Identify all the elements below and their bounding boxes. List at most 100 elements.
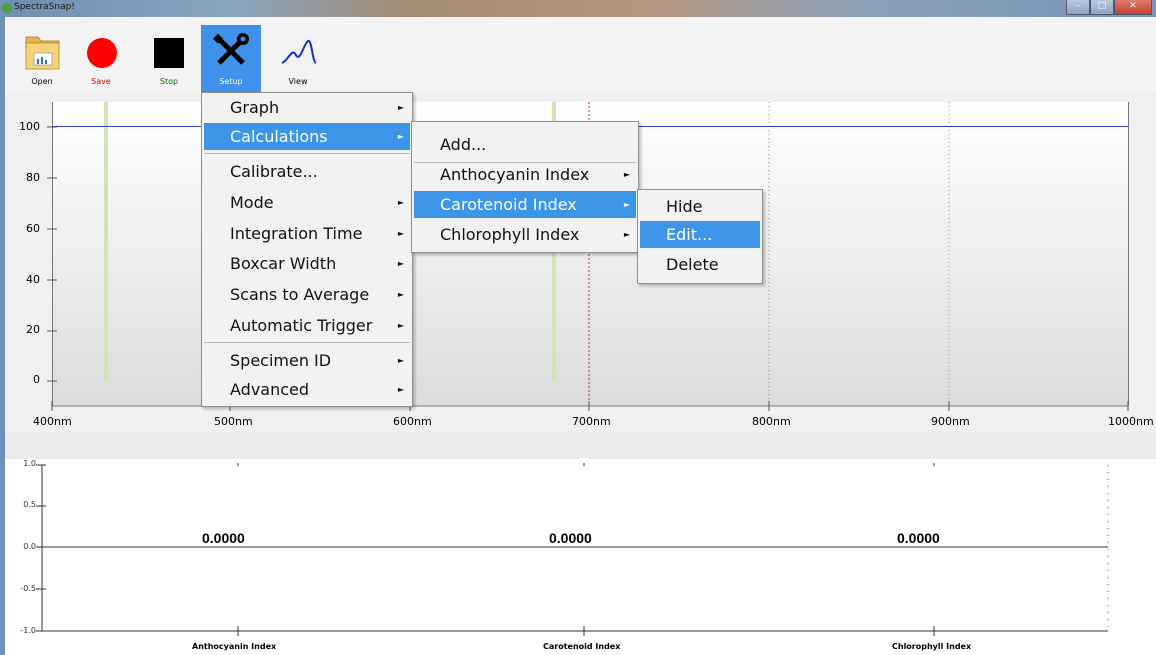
menu-item-anthocyanin-index[interactable]: Anthocyanin Index ►	[414, 161, 636, 188]
y-tick: 100	[19, 120, 40, 133]
window-controls: – □ ✕	[1066, 0, 1152, 15]
menu-item-label: Calibrate...	[230, 162, 318, 181]
menu-item-integration-time[interactable]: Integration Time ►	[204, 220, 410, 247]
submenu-arrow-icon: ►	[397, 103, 404, 112]
y-tick: 20	[26, 323, 40, 336]
index-plot-axes	[36, 463, 1109, 636]
menu-item-label: Advanced	[230, 380, 310, 399]
menu-item-label: Graph	[230, 98, 280, 117]
maximize-button[interactable]: □	[1090, 0, 1114, 15]
menu-item-label: Hide	[666, 197, 703, 216]
view-button[interactable]: View	[268, 25, 328, 91]
category-label: Anthocyanin Index	[192, 642, 277, 651]
carotenoid-value: 0.0000	[549, 530, 592, 546]
submenu-arrow-icon: ►	[397, 356, 404, 365]
y-tick: 0	[33, 373, 40, 386]
menu-item-label: Carotenoid Index	[440, 195, 577, 214]
carotenoid-submenu: Hide Edit... Delete	[637, 189, 763, 284]
index-y-tick: 0.5	[23, 500, 36, 509]
submenu-arrow-icon: ►	[623, 230, 630, 239]
submenu-arrow-icon: ►	[397, 229, 404, 238]
menu-item-label: Delete	[666, 255, 719, 274]
close-button[interactable]: ✕	[1114, 0, 1152, 15]
stop-icon	[154, 38, 184, 68]
menu-item-hide[interactable]: Hide	[640, 193, 760, 220]
y-tick: 80	[26, 171, 40, 184]
chlorophyll-value: 0.0000	[897, 530, 940, 546]
record-icon	[87, 38, 117, 68]
category-label: Carotenoid Index	[543, 642, 621, 651]
menu-item-calibrate[interactable]: Calibrate...	[204, 158, 410, 185]
menu-item-label: Chlorophyll Index	[440, 225, 580, 244]
setup-menu: Graph ► Calculations ► Calibrate... Mode ► …	[201, 92, 413, 407]
menu-item-mode[interactable]: Mode ►	[204, 189, 410, 216]
x-tick: 800nm	[752, 415, 791, 428]
menu-item-label: Add...	[440, 135, 487, 154]
menu-item-label: Specimen ID	[230, 351, 332, 370]
title-bar: SpectraSnap! – □ ✕	[0, 0, 1156, 17]
submenu-arrow-icon: ►	[397, 132, 404, 141]
menu-item-edit[interactable]: Edit...	[640, 221, 760, 248]
menu-item-label: Boxcar Width	[230, 254, 337, 273]
setup-button[interactable]: Setup	[201, 25, 261, 92]
submenu-arrow-icon: ►	[397, 385, 404, 394]
menu-item-automatic-trigger[interactable]: Automatic Trigger ►	[204, 312, 410, 339]
menu-item-advanced[interactable]: Advanced ►	[204, 376, 410, 403]
green-marker-1	[104, 102, 108, 380]
view-label: View	[288, 77, 308, 86]
panel-separator[interactable]	[5, 433, 1156, 459]
save-label: Save	[91, 77, 111, 86]
setup-label: Setup	[219, 77, 243, 86]
minimize-button[interactable]: –	[1066, 0, 1090, 15]
y-tick: 40	[26, 273, 40, 286]
menu-item-label: Scans to Average	[230, 285, 370, 304]
menu-item-label: Calculations	[230, 127, 328, 146]
menu-item-graph[interactable]: Graph ►	[204, 94, 410, 121]
index-y-tick: -0.5	[20, 584, 36, 593]
menu-item-label: Anthocyanin Index	[440, 165, 590, 184]
menu-item-label: Integration Time	[230, 224, 363, 243]
menu-item-add[interactable]: Add...	[414, 131, 636, 158]
x-tick: 600nm	[393, 415, 432, 428]
x-tick: 500nm	[214, 415, 253, 428]
tools-icon	[213, 33, 249, 65]
menu-item-specimen-id[interactable]: Specimen ID ►	[204, 347, 410, 374]
menu-item-scans-to-average[interactable]: Scans to Average ►	[204, 281, 410, 308]
app-icon	[2, 3, 12, 13]
calculations-submenu: Add... Anthocyanin Index ► Carotenoid Ind…	[411, 121, 639, 253]
y-tick: 60	[26, 222, 40, 235]
submenu-arrow-icon: ►	[397, 259, 404, 268]
submenu-arrow-icon: ►	[623, 170, 630, 179]
window-title: SpectraSnap!	[14, 2, 75, 12]
index-y-tick: 0.0	[23, 542, 36, 551]
menu-item-label: Mode	[230, 193, 274, 212]
stop-button[interactable]: Stop	[139, 25, 199, 91]
spectrum-view-icon	[281, 39, 317, 64]
menu-item-delete[interactable]: Delete	[640, 251, 760, 278]
x-tick: 1000nm	[1108, 415, 1154, 428]
menu-item-label: Edit...	[666, 225, 713, 244]
open-label: Open	[31, 77, 53, 86]
menu-separator	[204, 342, 410, 343]
category-label: Chlorophyll Index	[892, 642, 972, 651]
save-button[interactable]: Save	[71, 25, 131, 91]
folder-icon	[25, 36, 60, 70]
x-tick: 400nm	[33, 415, 72, 428]
open-button[interactable]: Open	[12, 25, 72, 91]
x-tick: 700nm	[572, 415, 611, 428]
menu-item-boxcar-width[interactable]: Boxcar Width ►	[204, 250, 410, 277]
anthocyanin-value: 0.0000	[202, 530, 245, 546]
submenu-arrow-icon: ►	[397, 321, 404, 330]
index-y-tick: 1.0	[23, 459, 36, 468]
menu-item-chlorophyll-index[interactable]: Chlorophyll Index ►	[414, 221, 636, 248]
x-tick: 900nm	[931, 415, 970, 428]
stop-label: Stop	[159, 77, 179, 86]
menu-item-label: Automatic Trigger	[230, 316, 373, 335]
menu-separator	[204, 153, 410, 154]
toolbar: Open Save Stop Setup View	[5, 17, 1156, 92]
menu-item-calculations[interactable]: Calculations ►	[204, 123, 410, 150]
submenu-arrow-icon: ►	[397, 198, 404, 207]
index-y-tick: -1.0	[20, 626, 36, 635]
submenu-arrow-icon: ►	[623, 200, 630, 209]
menu-item-carotenoid-index[interactable]: Carotenoid Index ►	[414, 191, 636, 218]
